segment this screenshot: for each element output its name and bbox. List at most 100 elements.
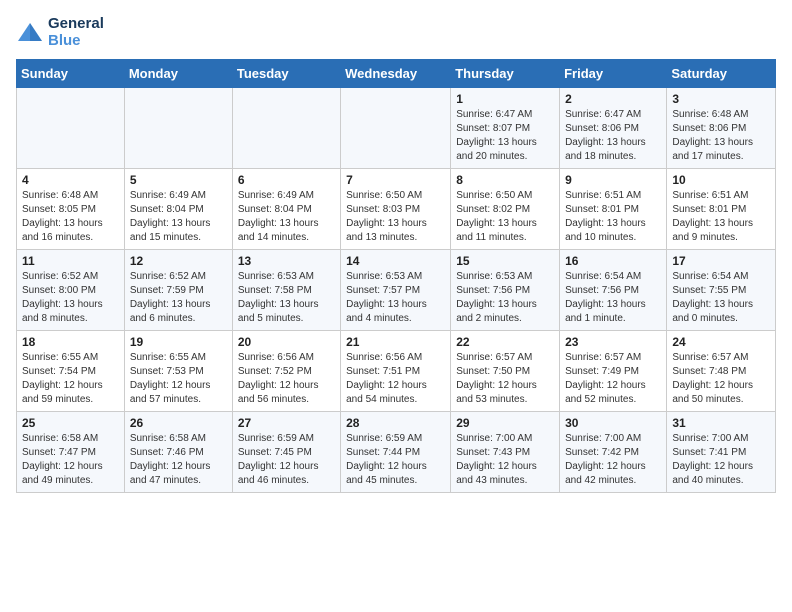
calendar-cell xyxy=(17,88,125,169)
calendar-cell: 3 Sunrise: 6:48 AM Sunset: 8:06 PM Daylig… xyxy=(667,88,776,169)
day-number: 1 xyxy=(456,92,554,106)
calendar-cell: 6 Sunrise: 6:49 AM Sunset: 8:04 PM Daylig… xyxy=(232,169,340,250)
day-info: Sunrise: 6:52 AM Sunset: 8:00 PM Dayligh… xyxy=(22,270,119,326)
day-info: Sunrise: 6:47 AM Sunset: 8:07 PM Dayligh… xyxy=(456,108,554,164)
calendar-cell: 27 Sunrise: 6:59 AM Sunset: 7:45 PM Dayli… xyxy=(232,412,340,493)
day-info: Sunrise: 6:48 AM Sunset: 8:06 PM Dayligh… xyxy=(672,108,770,164)
weekday-header: Friday xyxy=(560,60,667,88)
day-number: 22 xyxy=(456,335,554,349)
day-number: 26 xyxy=(130,416,227,430)
calendar-cell: 9Sunrise: 6:51 AM Sunset: 8:01 PM Daylig… xyxy=(560,169,667,250)
day-number: 4 xyxy=(22,173,119,187)
day-info: Sunrise: 6:59 AM Sunset: 7:44 PM Dayligh… xyxy=(346,432,445,488)
calendar-cell: 18 Sunrise: 6:55 AM Sunset: 7:54 PM Dayli… xyxy=(17,331,125,412)
day-number: 12 xyxy=(130,254,227,268)
day-number: 8 xyxy=(456,173,554,187)
calendar-cell: 24Sunrise: 6:57 AM Sunset: 7:48 PM Dayli… xyxy=(667,331,776,412)
calendar-cell: 22 Sunrise: 6:57 AM Sunset: 7:50 PM Dayli… xyxy=(451,331,560,412)
day-number: 9 xyxy=(565,173,661,187)
day-info: Sunrise: 6:58 AM Sunset: 7:46 PM Dayligh… xyxy=(130,432,227,488)
calendar-cell: 15 Sunrise: 6:53 AM Sunset: 7:56 PM Dayli… xyxy=(451,250,560,331)
day-info: Sunrise: 6:54 AM Sunset: 7:56 PM Dayligh… xyxy=(565,270,661,326)
day-info: Sunrise: 6:48 AM Sunset: 8:05 PM Dayligh… xyxy=(22,189,119,245)
calendar-cell xyxy=(124,88,232,169)
weekday-header: Thursday xyxy=(451,60,560,88)
day-info: Sunrise: 6:47 AM Sunset: 8:06 PM Dayligh… xyxy=(565,108,661,164)
day-info: Sunrise: 6:57 AM Sunset: 7:50 PM Dayligh… xyxy=(456,351,554,407)
day-info: Sunrise: 6:52 AM Sunset: 7:59 PM Dayligh… xyxy=(130,270,227,326)
calendar-cell: 20 Sunrise: 6:56 AM Sunset: 7:52 PM Dayli… xyxy=(232,331,340,412)
calendar-cell: 26 Sunrise: 6:58 AM Sunset: 7:46 PM Dayli… xyxy=(124,412,232,493)
weekday-header: Wednesday xyxy=(341,60,451,88)
calendar-cell: 30 Sunrise: 7:00 AM Sunset: 7:42 PM Dayli… xyxy=(560,412,667,493)
day-number: 13 xyxy=(238,254,335,268)
day-number: 31 xyxy=(672,416,770,430)
calendar-cell: 7 Sunrise: 6:50 AM Sunset: 8:03 PM Daylig… xyxy=(341,169,451,250)
day-number: 17 xyxy=(672,254,770,268)
day-info: Sunrise: 6:56 AM Sunset: 7:52 PM Dayligh… xyxy=(238,351,335,407)
day-info: Sunrise: 6:53 AM Sunset: 7:57 PM Dayligh… xyxy=(346,270,445,326)
calendar-table: SundayMondayTuesdayWednesdayThursdayFrid… xyxy=(16,59,776,493)
day-info: Sunrise: 7:00 AM Sunset: 7:41 PM Dayligh… xyxy=(672,432,770,488)
day-number: 3 xyxy=(672,92,770,106)
calendar-cell: 11Sunrise: 6:52 AM Sunset: 8:00 PM Dayli… xyxy=(17,250,125,331)
calendar-cell: 21 Sunrise: 6:56 AM Sunset: 7:51 PM Dayli… xyxy=(341,331,451,412)
day-info: Sunrise: 6:54 AM Sunset: 7:55 PM Dayligh… xyxy=(672,270,770,326)
day-info: Sunrise: 6:49 AM Sunset: 8:04 PM Dayligh… xyxy=(238,189,335,245)
calendar-cell: 23 Sunrise: 6:57 AM Sunset: 7:49 PM Dayli… xyxy=(560,331,667,412)
calendar-week-row: 4 Sunrise: 6:48 AM Sunset: 8:05 PM Daylig… xyxy=(17,169,776,250)
day-number: 14 xyxy=(346,254,445,268)
calendar-cell: 19 Sunrise: 6:55 AM Sunset: 7:53 PM Dayli… xyxy=(124,331,232,412)
day-number: 27 xyxy=(238,416,335,430)
calendar-cell xyxy=(232,88,340,169)
day-number: 2 xyxy=(565,92,661,106)
day-info: Sunrise: 6:58 AM Sunset: 7:47 PM Dayligh… xyxy=(22,432,119,488)
day-info: Sunrise: 6:55 AM Sunset: 7:54 PM Dayligh… xyxy=(22,351,119,407)
day-info: Sunrise: 6:51 AM Sunset: 8:01 PM Dayligh… xyxy=(672,189,770,245)
day-number: 7 xyxy=(346,173,445,187)
day-number: 16 xyxy=(565,254,661,268)
day-info: Sunrise: 7:00 AM Sunset: 7:43 PM Dayligh… xyxy=(456,432,554,488)
day-info: Sunrise: 6:57 AM Sunset: 7:49 PM Dayligh… xyxy=(565,351,661,407)
day-info: Sunrise: 6:53 AM Sunset: 7:56 PM Dayligh… xyxy=(456,270,554,326)
day-number: 24 xyxy=(672,335,770,349)
weekday-header-row: SundayMondayTuesdayWednesdayThursdayFrid… xyxy=(17,60,776,88)
day-info: Sunrise: 6:56 AM Sunset: 7:51 PM Dayligh… xyxy=(346,351,445,407)
logo: General Blue xyxy=(16,16,104,49)
weekday-header: Sunday xyxy=(17,60,125,88)
day-info: Sunrise: 6:49 AM Sunset: 8:04 PM Dayligh… xyxy=(130,189,227,245)
calendar-week-row: 18 Sunrise: 6:55 AM Sunset: 7:54 PM Dayli… xyxy=(17,331,776,412)
weekday-header: Saturday xyxy=(667,60,776,88)
day-number: 18 xyxy=(22,335,119,349)
day-info: Sunrise: 6:53 AM Sunset: 7:58 PM Dayligh… xyxy=(238,270,335,326)
day-number: 20 xyxy=(238,335,335,349)
calendar-week-row: 1 Sunrise: 6:47 AM Sunset: 8:07 PM Daylig… xyxy=(17,88,776,169)
day-number: 6 xyxy=(238,173,335,187)
day-number: 19 xyxy=(130,335,227,349)
day-number: 21 xyxy=(346,335,445,349)
day-number: 15 xyxy=(456,254,554,268)
calendar-cell xyxy=(341,88,451,169)
weekday-header: Monday xyxy=(124,60,232,88)
calendar-cell: 16 Sunrise: 6:54 AM Sunset: 7:56 PM Dayli… xyxy=(560,250,667,331)
day-info: Sunrise: 6:50 AM Sunset: 8:03 PM Dayligh… xyxy=(346,189,445,245)
day-info: Sunrise: 6:59 AM Sunset: 7:45 PM Dayligh… xyxy=(238,432,335,488)
day-number: 23 xyxy=(565,335,661,349)
day-info: Sunrise: 7:00 AM Sunset: 7:42 PM Dayligh… xyxy=(565,432,661,488)
calendar-cell: 25 Sunrise: 6:58 AM Sunset: 7:47 PM Dayli… xyxy=(17,412,125,493)
day-number: 10 xyxy=(672,173,770,187)
calendar-cell: 28Sunrise: 6:59 AM Sunset: 7:44 PM Dayli… xyxy=(341,412,451,493)
calendar-cell: 31 Sunrise: 7:00 AM Sunset: 7:41 PM Dayli… xyxy=(667,412,776,493)
logo-text: General Blue xyxy=(48,16,104,49)
day-number: 25 xyxy=(22,416,119,430)
weekday-header: Tuesday xyxy=(232,60,340,88)
day-info: Sunrise: 6:50 AM Sunset: 8:02 PM Dayligh… xyxy=(456,189,554,245)
calendar-cell: 2 Sunrise: 6:47 AM Sunset: 8:06 PM Daylig… xyxy=(560,88,667,169)
calendar-cell: 8 Sunrise: 6:50 AM Sunset: 8:02 PM Daylig… xyxy=(451,169,560,250)
calendar-cell: 10 Sunrise: 6:51 AM Sunset: 8:01 PM Dayli… xyxy=(667,169,776,250)
day-number: 5 xyxy=(130,173,227,187)
calendar-cell: 4 Sunrise: 6:48 AM Sunset: 8:05 PM Daylig… xyxy=(17,169,125,250)
day-number: 30 xyxy=(565,416,661,430)
calendar-cell: 5 Sunrise: 6:49 AM Sunset: 8:04 PM Daylig… xyxy=(124,169,232,250)
day-info: Sunrise: 6:55 AM Sunset: 7:53 PM Dayligh… xyxy=(130,351,227,407)
